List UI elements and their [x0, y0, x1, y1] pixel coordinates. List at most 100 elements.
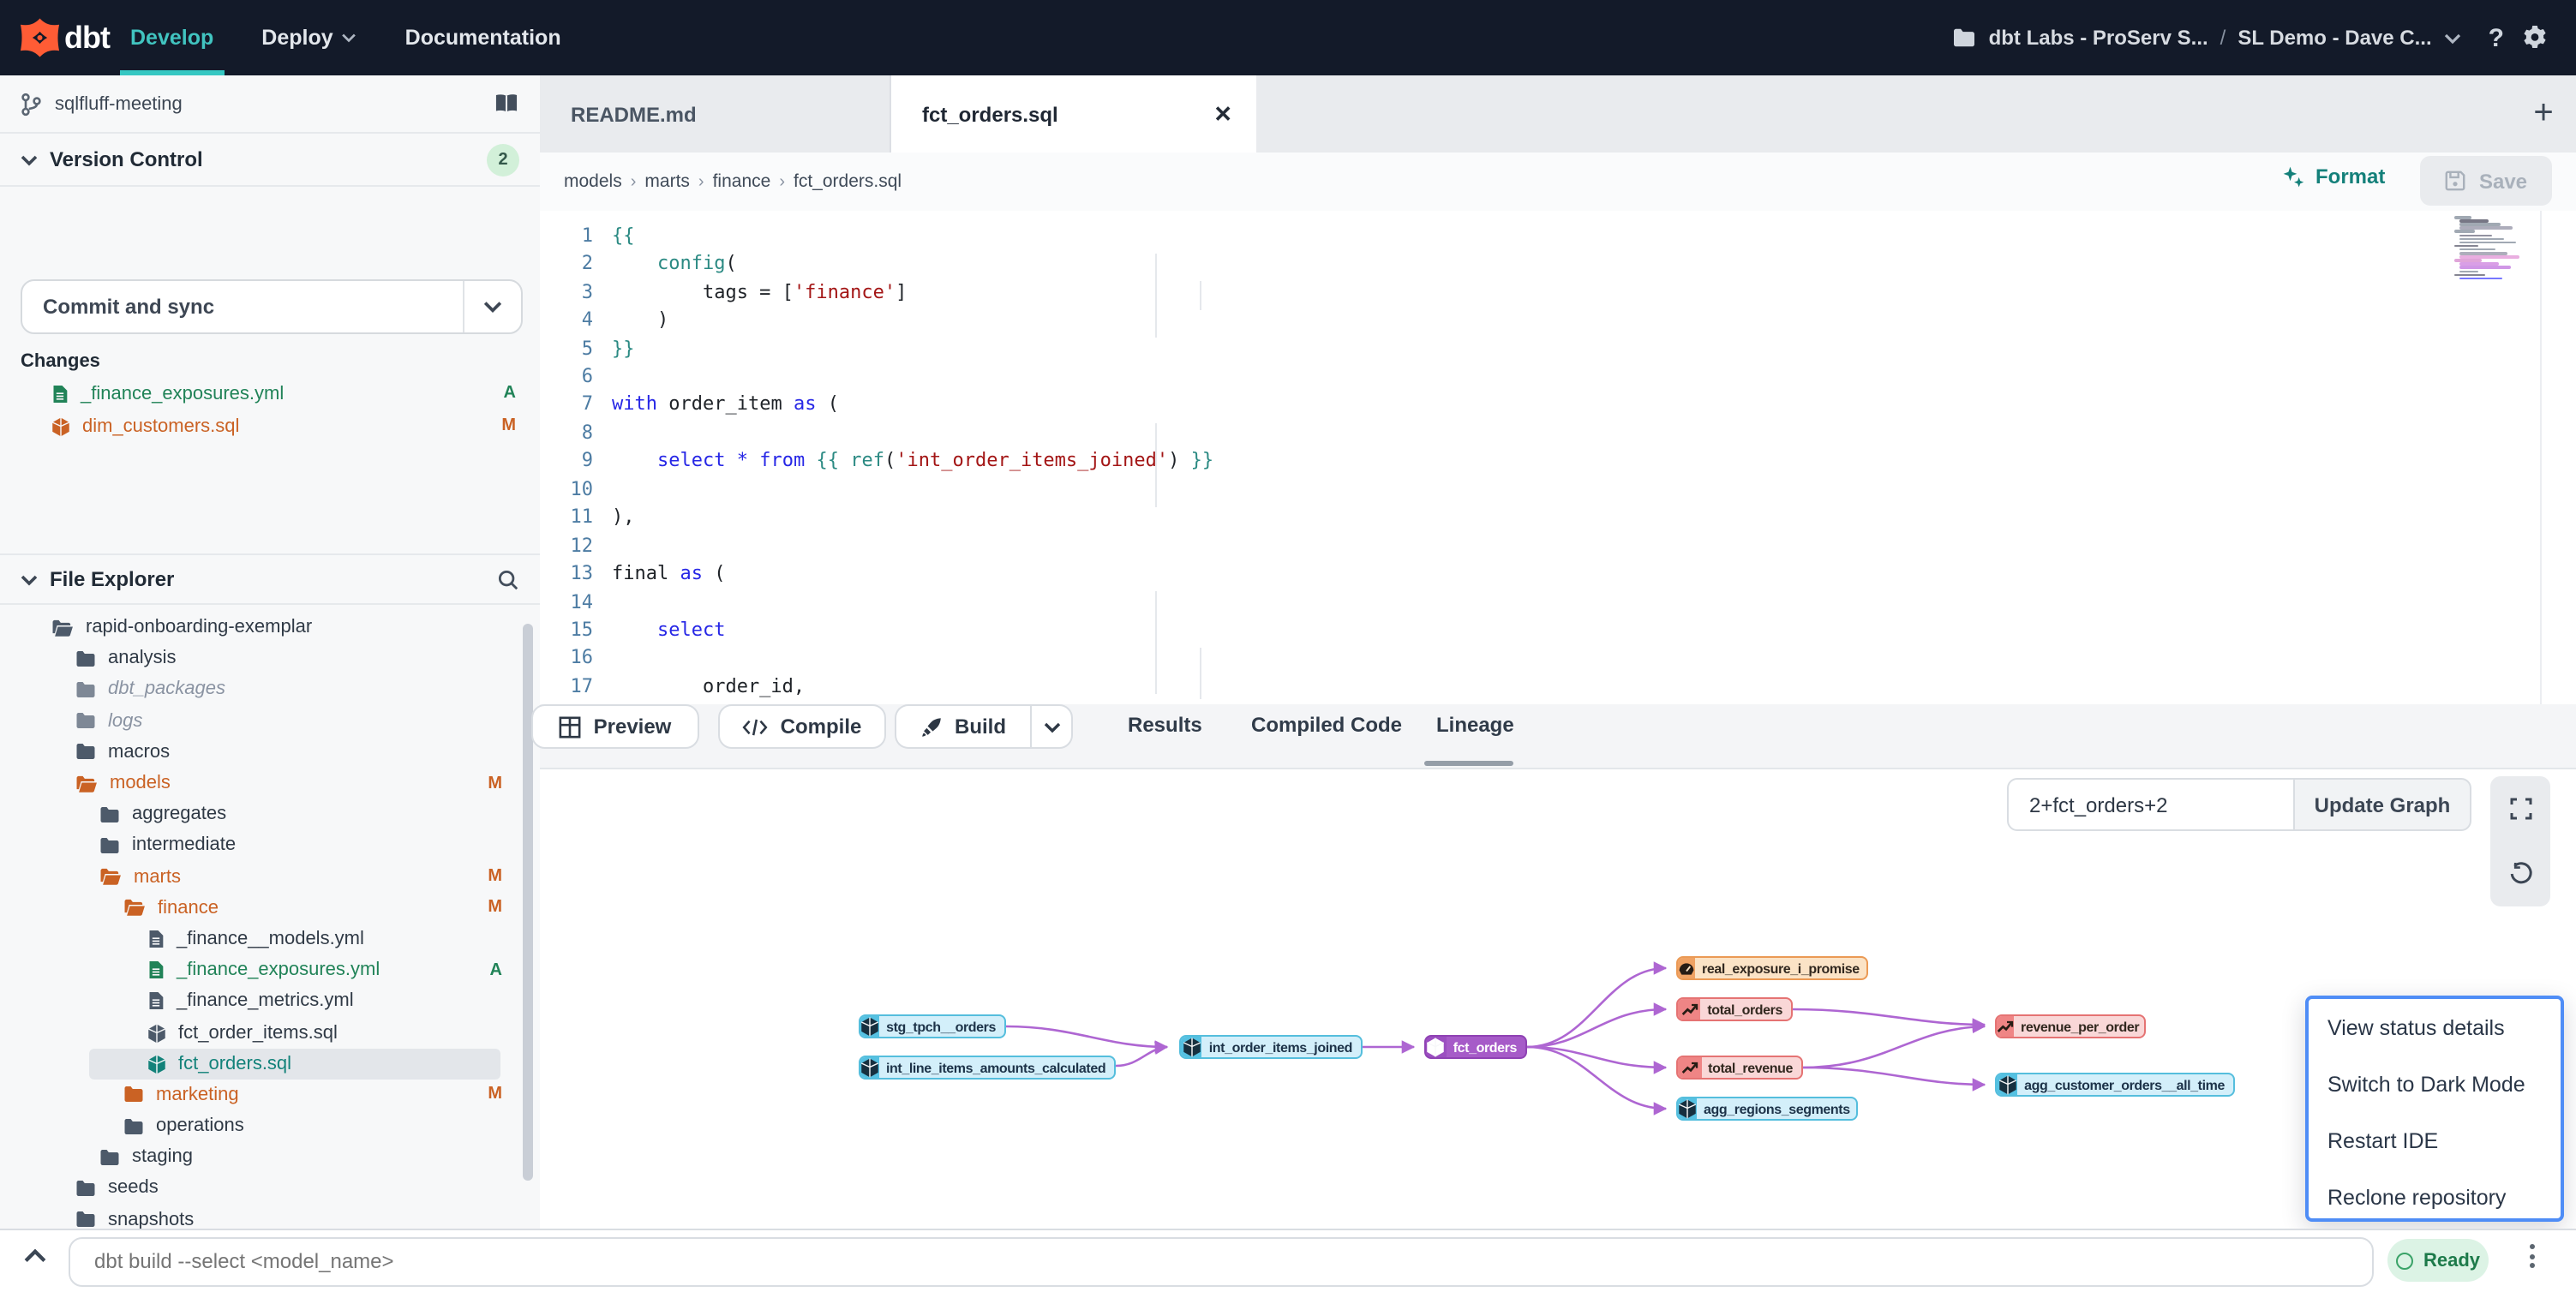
file-tree-item-marketing[interactable]: marketingM — [0, 1080, 540, 1110]
help-icon[interactable]: ? — [2489, 23, 2504, 52]
version-control-header[interactable]: Version Control 2 — [0, 134, 540, 187]
panel-tab-compiled-code[interactable]: Compiled Code — [1251, 713, 1402, 737]
docs-book-icon[interactable] — [494, 93, 519, 115]
dbt-command-input[interactable] — [69, 1236, 2374, 1286]
status-badge[interactable]: Ready — [2387, 1239, 2489, 1282]
lineage-node-int_order_items_joined[interactable]: int_order_items_joined — [1179, 1035, 1363, 1059]
file-tree-item-dbt-packages[interactable]: dbt_packages — [0, 674, 540, 705]
panel-tab-results[interactable]: Results — [1128, 713, 1202, 737]
file-tree-item-models[interactable]: modelsM — [0, 768, 540, 799]
model-cube-icon — [1426, 1037, 1447, 1057]
file-tree-item-finance[interactable]: financeM — [0, 892, 540, 923]
file-tree-item--finance-models-yml[interactable]: _finance__models.yml — [0, 924, 540, 954]
project-name: SL Demo - Dave C... — [2238, 26, 2431, 50]
file-icon — [51, 383, 69, 404]
dbt-logo[interactable]: dbt — [21, 15, 110, 60]
update-graph-button[interactable]: Update Graph — [2293, 778, 2471, 831]
tab-readme[interactable]: README.md — [540, 75, 891, 153]
lineage-node-total_revenue[interactable]: total_revenue — [1676, 1056, 1803, 1080]
code-editor[interactable]: 1{{2 config(3 tags = ['finance']4 )5}}67… — [540, 211, 2576, 704]
dbt-logo-icon — [21, 15, 59, 60]
file-tree-item-intermediate[interactable]: intermediate — [0, 830, 540, 861]
git-branch-row[interactable]: sqlfluff-meeting — [0, 75, 540, 134]
folder-icon — [75, 680, 96, 699]
save-button[interactable]: Save — [2420, 156, 2552, 206]
tab-fct-orders[interactable]: fct_orders.sql ✕ — [891, 75, 1256, 153]
folder-open-icon — [51, 618, 74, 637]
file-tree-item-operations[interactable]: operations — [0, 1110, 540, 1141]
lineage-node-real_exposure_i_promise[interactable]: real_exposure_i_promise — [1676, 956, 1868, 980]
close-tab-icon[interactable]: ✕ — [1213, 100, 1232, 128]
collapse-chevron-icon[interactable] — [24, 1247, 46, 1263]
changed-file-row[interactable]: dim_customers.sqlM — [0, 410, 540, 442]
file-tree-item-staging[interactable]: staging — [0, 1141, 540, 1172]
lineage-panel: stg_tpch__orders int_line_items_amounts_c… — [540, 768, 2576, 1230]
nav-documentation[interactable]: Documentation — [405, 0, 561, 75]
menu-item-switch-to-dark-mode[interactable]: Switch to Dark Mode — [2309, 1056, 2561, 1112]
build-button[interactable]: Build — [895, 704, 1030, 749]
file-tree-item-fct-orders-sql[interactable]: fct_orders.sql — [0, 1048, 540, 1079]
lineage-node-agg_customer_orders__all_time[interactable]: agg_customer_orders__all_time — [1995, 1073, 2235, 1097]
code-line-14: 14 — [540, 588, 2576, 616]
file-tree-scrollbar[interactable] — [523, 624, 533, 1181]
save-floppy-icon — [2445, 170, 2467, 192]
breadcrumb-item[interactable]: marts — [644, 171, 690, 192]
code-line-17: 17 order_id, — [540, 672, 2576, 700]
main-nav: Develop Deploy Documentation — [130, 0, 561, 75]
compile-button[interactable]: Compile — [718, 704, 886, 749]
lineage-node-fct_orders[interactable]: fct_orders — [1424, 1035, 1527, 1059]
chevron-down-icon — [2444, 32, 2461, 44]
file-tree-item-aggregates[interactable]: aggregates — [0, 799, 540, 829]
reset-view-icon[interactable] — [2508, 862, 2532, 886]
panel-tab-lineage[interactable]: Lineage — [1436, 713, 1514, 737]
lineage-node-int_line_items_amounts_calculated[interactable]: int_line_items_amounts_calculated — [859, 1056, 1116, 1080]
breadcrumb-item[interactable]: fct_orders.sql — [794, 171, 902, 192]
file-tree-item-macros[interactable]: macros — [0, 737, 540, 768]
fullscreen-icon[interactable] — [2508, 797, 2532, 821]
lineage-node-revenue_per_order[interactable]: revenue_per_order — [1995, 1014, 2146, 1038]
nav-deploy[interactable]: Deploy — [261, 0, 356, 75]
lineage-view-tools — [2490, 776, 2550, 906]
folder-icon — [1953, 27, 1977, 48]
account-project-switcher[interactable]: dbt Labs - ProServ S... / SL Demo - Dave… — [1953, 26, 2461, 50]
folder-icon — [99, 1148, 120, 1167]
file-explorer-header[interactable]: File Explorer — [0, 553, 540, 605]
folder-icon — [75, 1179, 96, 1198]
new-tab-button[interactable]: + — [2521, 91, 2566, 135]
code-line-2: 2 config( — [540, 249, 2576, 278]
file-tree-item--finance-exposures-yml[interactable]: _finance_exposures.ymlA — [0, 954, 540, 985]
menu-item-view-status-details[interactable]: View status details — [2309, 999, 2561, 1056]
file-tree-item-snapshots[interactable]: snapshots — [0, 1204, 540, 1229]
git-status-letter: M — [488, 1086, 502, 1104]
lineage-node-stg_tpch__orders[interactable]: stg_tpch__orders — [859, 1014, 1006, 1038]
model-cube-icon — [147, 1053, 166, 1074]
changes-list: _finance_exposures.ymlAdim_customers.sql… — [0, 377, 540, 442]
changed-file-row[interactable]: _finance_exposures.ymlA — [0, 377, 540, 410]
file-tree-item-logs[interactable]: logs — [0, 705, 540, 736]
build-options-chevron[interactable] — [1030, 704, 1073, 749]
settings-gear-icon[interactable] — [2521, 24, 2549, 51]
kebab-menu-icon[interactable] — [2523, 1244, 2540, 1268]
lineage-selector-input[interactable]: 2+fct_orders+2 — [2007, 778, 2295, 831]
format-button[interactable]: Format — [2281, 164, 2385, 188]
chevron-down-icon — [21, 573, 38, 585]
file-tree-item-seeds[interactable]: seeds — [0, 1173, 540, 1204]
file-tree-item-rapid-onboarding-exemplar[interactable]: rapid-onboarding-exemplar — [0, 612, 540, 643]
menu-item-restart-ide[interactable]: Restart IDE — [2309, 1112, 2561, 1169]
file-tree-item-fct-order-items-sql[interactable]: fct_order_items.sql — [0, 1017, 540, 1048]
breadcrumb-item[interactable]: finance — [713, 171, 771, 192]
nav-develop[interactable]: Develop — [130, 0, 213, 75]
menu-item-reclone-repository[interactable]: Reclone repository — [2309, 1169, 2561, 1225]
file-tree-item-marts[interactable]: martsM — [0, 861, 540, 892]
commit-and-sync-button[interactable]: Commit and sync — [21, 279, 523, 334]
lineage-node-agg_regions_segments[interactable]: agg_regions_segments — [1676, 1097, 1858, 1121]
file-tree-item--finance-metrics-yml[interactable]: _finance_metrics.yml — [0, 986, 540, 1017]
file-icon — [147, 991, 165, 1012]
file-tree-item-analysis[interactable]: analysis — [0, 643, 540, 673]
lineage-node-total_orders[interactable]: total_orders — [1676, 997, 1793, 1021]
preview-button[interactable]: Preview — [531, 704, 699, 749]
search-icon[interactable] — [497, 568, 519, 590]
breadcrumb-item[interactable]: models — [564, 171, 622, 192]
model-cube-icon — [147, 1022, 166, 1043]
commit-options-chevron[interactable] — [463, 281, 521, 332]
